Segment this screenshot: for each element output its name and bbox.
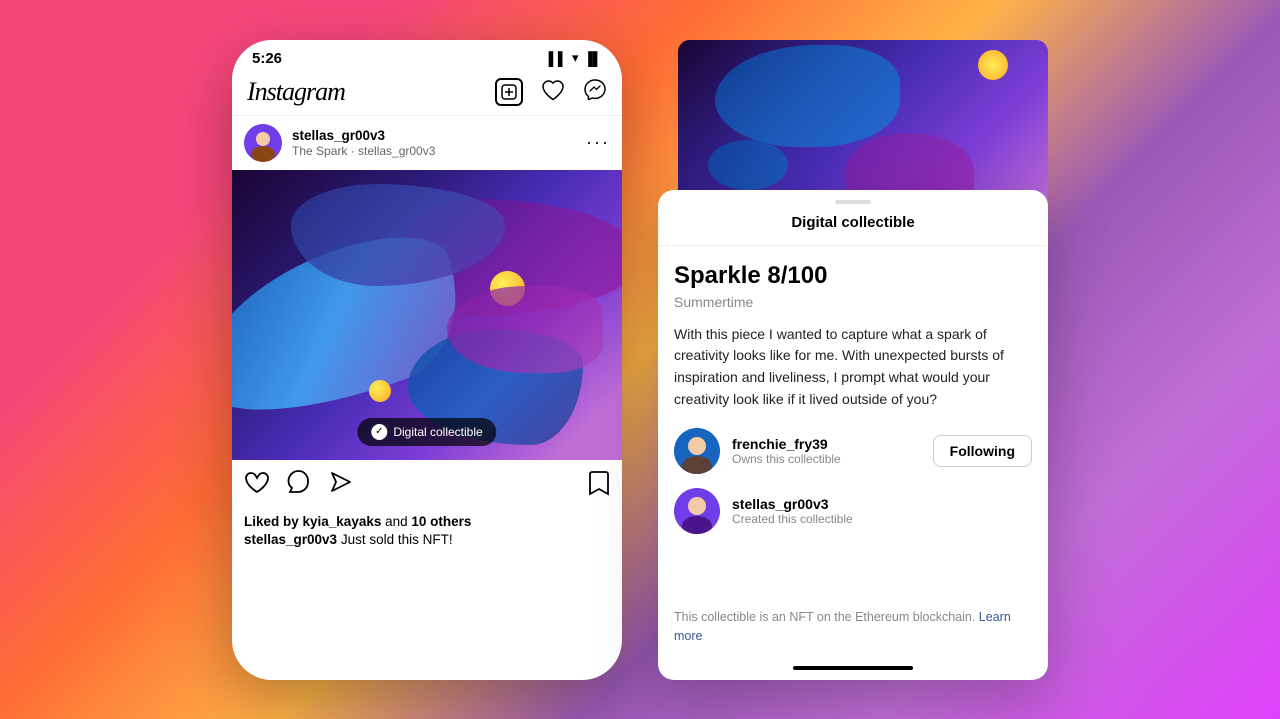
header-icons: [495, 78, 607, 106]
panel-content: Sparkle 8/100 Summertime With this piece…: [658, 246, 1048, 609]
bookmark-button[interactable]: [588, 470, 610, 502]
badge-label: Digital collectible: [393, 425, 482, 439]
badge-check-icon: ✓: [371, 424, 387, 440]
post-user-info: stellas_gr00v3 The Spark · stellas_gr00v…: [292, 127, 586, 159]
right-column: Digital collectible Sparkle 8/100 Summer…: [658, 40, 1048, 680]
battery-icon: ▐▌: [584, 51, 602, 66]
owner-avatar[interactable]: [674, 428, 720, 474]
nft-description: With this piece I wanted to capture what…: [674, 324, 1032, 411]
messenger-icon[interactable]: [583, 78, 607, 106]
status-bar: 5:26 ▌▌ ▾ ▐▌: [232, 40, 622, 72]
digital-collectible-panel: Digital collectible Sparkle 8/100 Summer…: [658, 190, 1048, 680]
panel-footer: This collectible is an NFT on the Ethere…: [658, 608, 1048, 658]
creator-avatar[interactable]: [674, 488, 720, 534]
post-captions: Liked by kyia_kayaks and 10 others stell…: [232, 512, 622, 557]
add-post-icon[interactable]: [495, 78, 523, 106]
post-image: ✓ Digital collectible: [232, 170, 622, 460]
comment-button[interactable]: [286, 470, 312, 501]
owner-row: frenchie_fry39 Owns this collectible Fol…: [674, 428, 1032, 474]
like-button[interactable]: [244, 470, 270, 501]
share-button[interactable]: [328, 470, 354, 501]
creator-row: stellas_gr00v3 Created this collectible: [674, 488, 1032, 534]
panel-handle: [835, 200, 871, 204]
post-username[interactable]: stellas_gr00v3: [292, 127, 586, 145]
action-icons-left: [244, 470, 588, 501]
nft-title: Sparkle 8/100: [674, 262, 1032, 290]
post-subtitle: The Spark · stellas_gr00v3: [292, 144, 586, 158]
instagram-logo: Instagram: [247, 77, 345, 107]
status-time: 5:26: [252, 50, 282, 67]
post-caption: stellas_gr00v3 Just sold this NFT!: [244, 532, 610, 547]
footer-text: This collectible is an NFT on the Ethere…: [674, 610, 975, 624]
phone-mockup: 5:26 ▌▌ ▾ ▐▌ Instagram: [232, 40, 622, 680]
poster-avatar[interactable]: [244, 124, 282, 162]
status-icons: ▌▌ ▾ ▐▌: [549, 50, 602, 66]
post-header: stellas_gr00v3 The Spark · stellas_gr00v…: [232, 116, 622, 170]
creator-info: stellas_gr00v3 Created this collectible: [732, 496, 1032, 526]
ig-header: Instagram: [232, 72, 622, 116]
creator-username[interactable]: stellas_gr00v3: [732, 496, 1032, 512]
panel-title: Digital collectible: [658, 210, 1048, 246]
owner-username[interactable]: frenchie_fry39: [732, 436, 921, 452]
post-more-button[interactable]: ···: [586, 132, 610, 153]
wifi-icon: ▾: [572, 50, 579, 66]
post-actions: [232, 460, 622, 512]
signal-icon: ▌▌: [549, 51, 567, 66]
background-art: [678, 40, 1048, 210]
panel-bottom-bar: [793, 666, 913, 670]
liked-by: Liked by kyia_kayaks and 10 others: [244, 514, 610, 529]
owner-role: Owns this collectible: [732, 452, 921, 466]
nft-subtitle: Summertime: [674, 294, 1032, 310]
owner-info: frenchie_fry39 Owns this collectible: [732, 436, 921, 466]
heart-icon[interactable]: [541, 79, 565, 105]
caption-body: Just sold this NFT!: [341, 532, 453, 547]
digital-collectible-badge[interactable]: ✓ Digital collectible: [357, 418, 496, 446]
caption-username[interactable]: stellas_gr00v3: [244, 532, 337, 547]
creator-role: Created this collectible: [732, 512, 1032, 526]
following-button[interactable]: Following: [933, 435, 1032, 467]
